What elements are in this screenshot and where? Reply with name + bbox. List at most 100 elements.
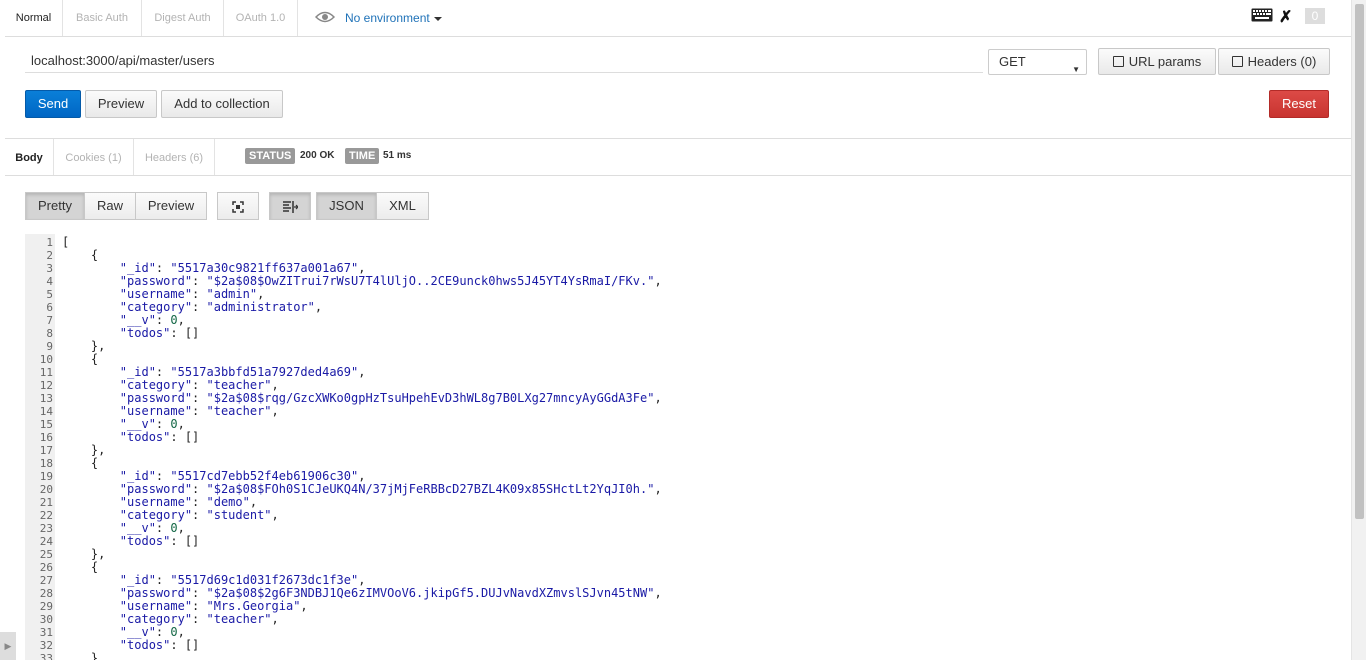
line-number: 29 — [39, 600, 53, 613]
tab-digest-auth[interactable]: Digest Auth — [142, 0, 224, 36]
tab-body[interactable]: Body — [5, 139, 54, 175]
response-body-code[interactable]: 1[2 {3 "_id": "5517a30c9821ff637a001a67"… — [25, 234, 1351, 660]
preview-button[interactable]: Preview — [85, 90, 157, 118]
code-line: 22 "category": "student", — [25, 509, 279, 523]
sidebar-toggle-icon[interactable]: ▶ — [0, 632, 16, 660]
response-tabs: Body Cookies (1) Headers (6) — [5, 139, 1351, 176]
eye-icon — [314, 1, 336, 37]
line-number: 25 — [39, 548, 53, 561]
line-number: 10 — [39, 353, 53, 366]
line-number: 12 — [39, 379, 53, 392]
pretty-button[interactable]: Pretty — [25, 192, 85, 220]
code-line: 29 "username": "Mrs.Georgia", — [25, 600, 308, 614]
code-line: 13 "password": "$2a$08$rqg/GzcXWKo0gpHzT… — [25, 392, 662, 406]
line-number: 6 — [46, 301, 53, 314]
line-number: 15 — [39, 418, 53, 431]
code-line: 28 "password": "$2a$08$2g6F3NDBJ1Qe6zIMV… — [25, 587, 662, 601]
code-line: 15 "__v": 0, — [25, 418, 185, 432]
code-line: 27 "_id": "5517d69c1d031f2673dc1f3e", — [25, 574, 366, 588]
line-number: 11 — [39, 366, 53, 379]
send-button[interactable]: Send — [25, 90, 81, 118]
line-number: 22 — [39, 509, 53, 522]
method-select[interactable]: GET ▼ — [988, 49, 1087, 75]
url-params-button[interactable]: URL params — [1098, 48, 1216, 75]
main-panel: Normal Basic Auth Digest Auth OAuth 1.0 … — [5, 0, 1351, 660]
raw-button[interactable]: Raw — [84, 192, 136, 220]
url-input[interactable] — [25, 49, 983, 73]
chevron-down-icon — [433, 16, 442, 21]
code-line: 26 { — [25, 561, 98, 575]
tab-basic-auth[interactable]: Basic Auth — [63, 0, 142, 36]
line-text: } — [62, 651, 99, 660]
tab-response-headers[interactable]: Headers (6) — [134, 139, 215, 175]
line-number: 13 — [39, 392, 53, 405]
auth-tabs: Normal Basic Auth Digest Auth OAuth 1.0 … — [5, 0, 1351, 37]
line-number: 19 — [39, 470, 53, 483]
code-line: 24 "todos": [] — [25, 535, 200, 549]
code-line: 18 { — [25, 457, 98, 471]
code-line: 25 }, — [25, 548, 106, 562]
line-number: 33 — [39, 652, 53, 660]
code-line: 10 { — [25, 353, 98, 367]
code-line: 1[ — [25, 236, 69, 250]
select-arrow-icon: ▼ — [1072, 65, 1080, 74]
wrap-toggle-button[interactable] — [269, 192, 311, 220]
code-line: 12 "category": "teacher", — [25, 379, 279, 393]
environment-selector[interactable]: No environment — [314, 0, 442, 37]
fullscreen-button[interactable] — [217, 192, 259, 220]
add-to-collection-button[interactable]: Add to collection — [161, 90, 283, 118]
json-button[interactable]: JSON — [316, 192, 377, 220]
code-line: 14 "username": "teacher", — [25, 405, 279, 419]
code-line: 4 "password": "$2a$08$OwZITrui7rWsU7T4lU… — [25, 275, 661, 289]
line-number: 4 — [46, 275, 53, 288]
keyboard-icon[interactable] — [1251, 8, 1273, 25]
code-line: 19 "_id": "5517cd7ebb52f4eb61906c30", — [25, 470, 366, 484]
line-number: 14 — [39, 405, 53, 418]
reset-button[interactable]: Reset — [1269, 90, 1329, 118]
tab-cookies[interactable]: Cookies (1) — [54, 139, 134, 175]
line-number: 31 — [39, 626, 53, 639]
line-number: 16 — [39, 431, 53, 444]
line-number: 26 — [39, 561, 53, 574]
code-line: 7 "__v": 0, — [25, 314, 184, 328]
toolbar-icons: ✗ 0 — [1251, 7, 1329, 27]
code-line: 9 }, — [25, 340, 105, 354]
line-number: 21 — [39, 496, 53, 509]
status-badge: STATUS — [245, 148, 296, 164]
tab-oauth[interactable]: OAuth 1.0 — [224, 0, 298, 36]
code-line: 8 "todos": [] — [25, 327, 199, 341]
line-number: 32 — [39, 639, 53, 652]
xml-button[interactable]: XML — [376, 192, 429, 220]
edit-icon — [1231, 56, 1243, 67]
line-number: 2 — [46, 249, 53, 262]
preview-mode-button[interactable]: Preview — [135, 192, 207, 220]
line-number: 24 — [39, 535, 53, 548]
settings-icon[interactable]: ✗ — [1279, 7, 1292, 27]
line-number: 7 — [46, 314, 53, 327]
edit-icon — [1112, 56, 1124, 67]
time-badge: TIME — [345, 148, 380, 164]
code-line: 33 } — [25, 652, 98, 660]
code-line: 3 "_id": "5517a30c9821ff637a001a67", — [25, 262, 365, 276]
status-value: 200 OK — [300, 150, 335, 161]
counter-badge[interactable]: 0 — [1305, 8, 1325, 24]
code-line: 16 "todos": [] — [25, 431, 200, 445]
code-line: 11 "_id": "5517a3bbfd51a7927ded4a69", — [25, 366, 366, 380]
time-value: 51 ms — [383, 150, 412, 161]
expand-icon — [232, 198, 244, 213]
code-line: 30 "category": "teacher", — [25, 613, 279, 627]
headers-button[interactable]: Headers (0) — [1218, 48, 1330, 75]
code-line: 6 "category": "administrator", — [25, 301, 322, 315]
tab-normal[interactable]: Normal — [5, 0, 63, 36]
scrollbar-thumb[interactable] — [1355, 4, 1364, 519]
code-line: 2 { — [25, 249, 98, 263]
code-line: 23 "__v": 0, — [25, 522, 185, 536]
line-number: 17 — [39, 444, 53, 457]
environment-label: No environment — [345, 11, 430, 25]
scrollbar[interactable] — [1351, 0, 1366, 660]
line-number: 28 — [39, 587, 53, 600]
code-line: 21 "username": "demo", — [25, 496, 257, 510]
line-number: 23 — [39, 522, 53, 535]
line-number: 20 — [39, 483, 53, 496]
code-line: 5 "username": "admin", — [25, 288, 264, 302]
